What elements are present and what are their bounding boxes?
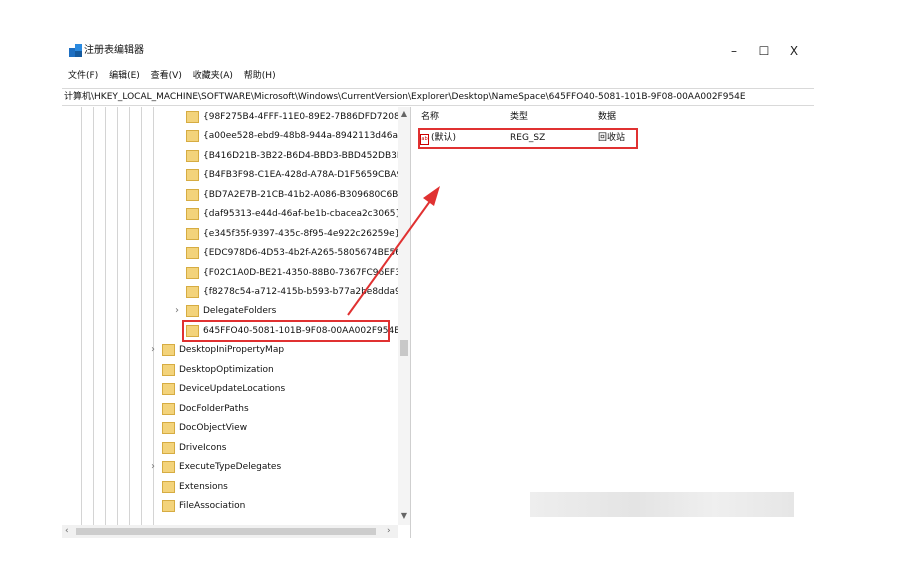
annotation-arrow-icon	[347, 186, 440, 316]
